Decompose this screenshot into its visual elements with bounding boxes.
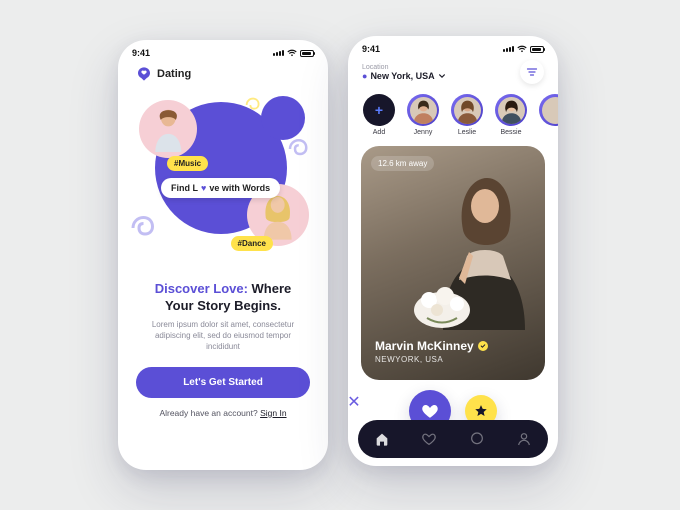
headline-line2: Your Story Begins. (118, 298, 328, 313)
heart-icon: ♥ (201, 183, 206, 193)
discover-screen: 9:41 Location ● New York, USA (348, 36, 558, 466)
status-indicators (273, 49, 314, 57)
signal-icon (273, 50, 284, 56)
wifi-icon (287, 49, 297, 57)
hero-illustration: #Music Find L♥ve with Words #Dance (133, 92, 313, 272)
tab-bar (358, 420, 548, 458)
status-bar: 9:41 (118, 40, 328, 62)
story-item[interactable]: Jenny (406, 94, 440, 136)
card-info: Marvin McKinney NEWYORK, USA (375, 339, 488, 364)
brand-logo-icon (136, 66, 152, 82)
headline: Discover Love: Where (118, 276, 328, 298)
story-item[interactable]: Bessie (494, 94, 528, 136)
headline-accent: Discover Love: (155, 281, 248, 296)
story-item[interactable]: Leslie (450, 94, 484, 136)
tab-profile-icon[interactable] (516, 431, 532, 447)
swirl-decor (285, 134, 315, 164)
status-indicators (503, 45, 544, 53)
status-time: 9:41 (362, 44, 380, 54)
signal-icon (503, 46, 514, 52)
signin-row: Already have an account? Sign In (118, 398, 328, 418)
flowers-icon (407, 270, 477, 330)
status-bar: 9:41 (348, 36, 558, 58)
wifi-icon (517, 45, 527, 53)
profile-name: Marvin McKinney (375, 339, 488, 353)
location-picker[interactable]: ● New York, USA (362, 71, 446, 81)
star-icon (474, 404, 488, 418)
heart-icon (421, 402, 439, 420)
brand-name: Dating (157, 68, 191, 80)
swirl-decor (243, 94, 265, 116)
signin-link[interactable]: Sign In (260, 408, 286, 418)
onboarding-screen: 9:41 Dating #Music Find L♥v (118, 40, 328, 470)
tag-dance: #Dance (231, 236, 273, 251)
subtext: Lorem ipsum dolor sit amet, consectetur … (118, 313, 328, 353)
battery-icon (530, 46, 544, 53)
plus-icon: + (366, 97, 393, 124)
swirl-decor (127, 210, 163, 246)
profile-city: NEWYORK, USA (375, 355, 488, 364)
filter-icon (526, 66, 538, 78)
profile-card[interactable]: 12.6 km away Marvin McKinney NEWYORK, US… (361, 146, 545, 380)
hero-tagline-pill: Find L♥ve with Words (161, 178, 280, 198)
pin-icon: ● (362, 71, 367, 81)
tab-likes-icon[interactable] (421, 431, 437, 447)
get-started-button[interactable]: Let's Get Started (136, 367, 310, 398)
story-add[interactable]: + Add (362, 94, 396, 136)
tab-chat-icon[interactable] (469, 431, 485, 447)
brand-row: Dating (118, 62, 328, 82)
location-row: Location ● New York, USA (348, 58, 558, 84)
story-item[interactable] (538, 94, 558, 136)
filter-button[interactable] (520, 60, 544, 84)
tag-music: #Music (167, 156, 208, 171)
location-label: Location (362, 64, 446, 71)
stories-row[interactable]: + Add Jenny Leslie Bessie (348, 84, 558, 136)
hero-avatar-1 (139, 100, 197, 158)
verified-badge-icon (478, 341, 488, 351)
distance-badge: 12.6 km away (371, 156, 434, 171)
tab-home-icon[interactable] (374, 431, 390, 447)
status-time: 9:41 (132, 48, 150, 58)
chevron-down-icon (438, 72, 446, 80)
battery-icon (300, 50, 314, 57)
